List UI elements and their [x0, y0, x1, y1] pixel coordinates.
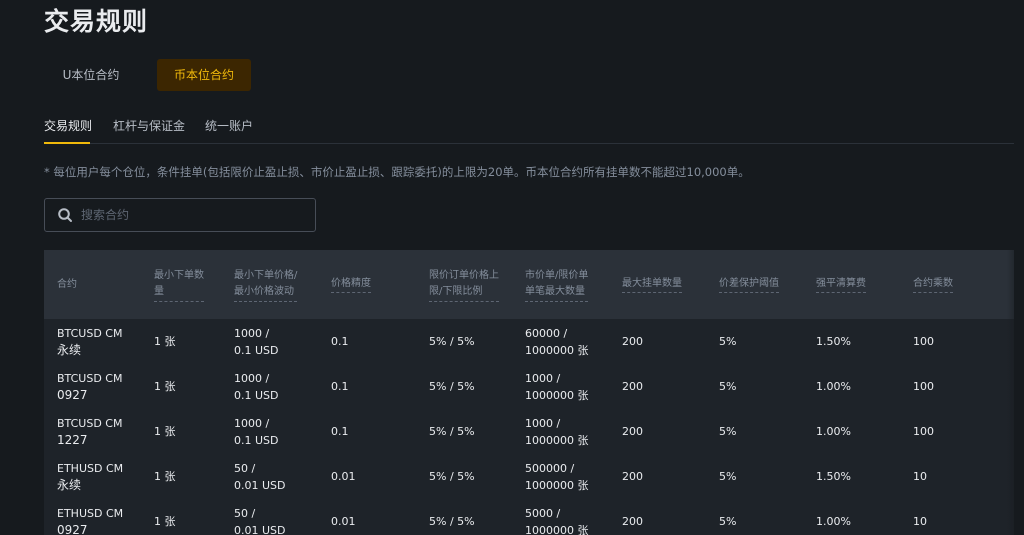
search-icon	[58, 208, 72, 222]
header-min-qty: 最小下单数 量	[154, 250, 210, 319]
rules-tab-bar: 交易规则 杠杆与保证金 统一账户	[44, 113, 1014, 144]
cell-price-precision: 0.01	[331, 470, 356, 483]
cell-max-qty: 60000 /1000000 张	[525, 326, 589, 357]
active-tab-indicator	[44, 142, 90, 144]
header-limit-ratio: 限价订单价格上 限/下限比例	[429, 250, 499, 319]
cell-price-precision: 0.1	[331, 380, 349, 393]
cell-max-qty: 500000 /1000000 张	[525, 461, 589, 492]
cell-contract: BTCUSD CM 永续	[57, 326, 123, 357]
cell-min-price: 1000 /0.1 USD	[234, 326, 279, 357]
usdm-futures-tab[interactable]: U本位合约	[44, 59, 138, 91]
cell-multiplier: 100	[913, 335, 934, 348]
header-liquidation-fee: 强平清算费	[816, 250, 866, 319]
cell-multiplier: 100	[913, 380, 934, 393]
cell-contract: BTCUSD CM 0927	[57, 371, 123, 402]
cell-max-qty: 1000 /1000000 张	[525, 371, 589, 402]
tab-leverage-margin[interactable]: 杠杆与保证金	[113, 117, 185, 134]
cell-liquidation-fee: 1.50%	[816, 335, 851, 348]
table-row: ETHUSD CM 永续 1 张 50 /0.01 USD 0.01 5% / 5% 500…	[44, 454, 1014, 500]
cell-min-qty: 1 张	[154, 335, 176, 348]
cell-spread-protection: 5%	[719, 335, 737, 348]
cell-max-orders: 200	[622, 335, 643, 348]
cell-min-price: 1000 /0.1 USD	[234, 416, 279, 447]
tab-label: 杠杆与保证金	[113, 119, 186, 133]
search-input[interactable]	[79, 199, 309, 231]
cell-liquidation-fee: 1.00%	[816, 515, 851, 528]
tab-label: 统一账户	[205, 119, 254, 133]
cell-multiplier: 10	[913, 515, 927, 528]
cell-min-price: 50 /0.01 USD	[234, 461, 286, 492]
cell-max-orders: 200	[622, 515, 643, 528]
cell-max-orders: 200	[622, 380, 643, 393]
cell-spread-protection: 5%	[719, 515, 737, 528]
cell-min-qty: 1 张	[154, 425, 176, 438]
cell-liquidation-fee: 1.50%	[816, 470, 851, 483]
cell-min-qty: 1 张	[154, 470, 176, 483]
table-row: BTCUSD CM 永续 1 张 1000 /0.1 USD 0.1 5% / 5% 600…	[44, 319, 1014, 365]
cell-min-price: 50 /0.01 USD	[234, 506, 286, 535]
tab-trading-rules[interactable]: 交易规则	[44, 117, 92, 134]
cell-price-precision: 0.1	[331, 425, 349, 438]
cell-spread-protection: 5%	[719, 425, 737, 438]
header-max-orders: 最大挂单数量	[622, 250, 682, 319]
cell-limit-ratio: 5% / 5%	[429, 335, 475, 348]
cell-min-qty: 1 张	[154, 515, 176, 528]
header-price-precision: 价格精度	[331, 250, 371, 319]
header-contract: 合约	[57, 278, 77, 290]
cell-limit-ratio: 5% / 5%	[429, 515, 475, 528]
trading-rules-page: 交易规则 U本位合约 币本位合约 交易规则 杠杆与保证金 统一账户 * 每位用户…	[0, 0, 1024, 535]
cell-min-price: 1000 /0.1 USD	[234, 371, 279, 402]
cell-min-qty: 1 张	[154, 380, 176, 393]
cell-multiplier: 10	[913, 470, 927, 483]
table-row: ETHUSD CM 0927 1 张 50 /0.01 USD 0.01 5% / 5% 5…	[44, 499, 1014, 535]
coinm-futures-tab[interactable]: 币本位合约	[157, 59, 251, 91]
table-row: BTCUSD CM 1227 1 张 1000 /0.1 USD 0.1 5% / 5% 1…	[44, 409, 1014, 455]
header-spread-protection: 价差保护阈值	[719, 250, 779, 319]
order-limit-note: * 每位用户每个仓位，条件挂单(包括限价止盈止损、市价止盈止损、跟踪委托)的上限…	[44, 165, 750, 179]
cell-limit-ratio: 5% / 5%	[429, 380, 475, 393]
cell-contract: ETHUSD CM 永续	[57, 461, 124, 492]
page-title: 交易规则	[44, 7, 149, 36]
cell-max-qty: 5000 /1000000 张	[525, 506, 589, 535]
cell-price-precision: 0.01	[331, 515, 356, 528]
header-min-price: 最小下单价格/ 最小价格波动	[234, 250, 298, 319]
table-scroll-fade	[1007, 250, 1024, 535]
cell-liquidation-fee: 1.00%	[816, 380, 851, 393]
cell-contract: BTCUSD CM 1227	[57, 416, 123, 447]
contract-rules-table: 合约 最小下单数 量 最小下单价格/ 最小价格波动 价格精度 限价订单价格上 限…	[44, 250, 1014, 535]
cell-max-orders: 200	[622, 470, 643, 483]
tab-label: 交易规则	[44, 119, 93, 133]
table-row: BTCUSD CM 0927 1 张 1000 /0.1 USD 0.1 5% / 5% 1…	[44, 364, 1014, 410]
cell-max-orders: 200	[622, 425, 643, 438]
header-multiplier: 合约乘数	[913, 250, 953, 319]
tab-unified-account[interactable]: 统一账户	[205, 117, 253, 134]
cell-max-qty: 1000 /1000000 张	[525, 416, 589, 447]
cell-spread-protection: 5%	[719, 380, 737, 393]
cell-price-precision: 0.1	[331, 335, 349, 348]
cell-spread-protection: 5%	[719, 470, 737, 483]
table-header: 合约 最小下单数 量 最小下单价格/ 最小价格波动 价格精度 限价订单价格上 限…	[44, 250, 1014, 319]
contract-search-box[interactable]	[44, 198, 316, 232]
cell-limit-ratio: 5% / 5%	[429, 470, 475, 483]
cell-contract: ETHUSD CM 0927	[57, 506, 124, 535]
cell-limit-ratio: 5% / 5%	[429, 425, 475, 438]
cell-liquidation-fee: 1.00%	[816, 425, 851, 438]
cell-multiplier: 100	[913, 425, 934, 438]
header-max-qty: 市价单/限价单 单笔最大数量	[525, 250, 589, 319]
